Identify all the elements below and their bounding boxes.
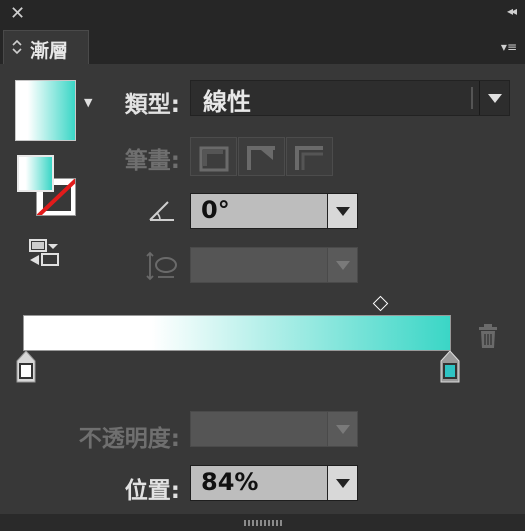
angle-value[interactable]: 0°	[201, 196, 230, 224]
collapse-panel-icon[interactable]: ◂◂	[507, 4, 517, 18]
tab-row: 漸層 ▾≡	[0, 30, 525, 65]
fill-swatch[interactable]	[17, 155, 54, 192]
position-value[interactable]: 84%	[201, 468, 258, 496]
reverse-gradient-icon[interactable]	[28, 238, 64, 272]
panel-menu-icon[interactable]: ▾≡	[501, 40, 517, 54]
chevron-down-icon	[336, 261, 350, 270]
chevron-down-icon	[488, 94, 502, 103]
angle-dropdown-button[interactable]	[327, 194, 357, 228]
gradient-stop-start[interactable]	[16, 351, 36, 383]
position-dropdown-button[interactable]	[327, 466, 357, 500]
resize-grip-icon[interactable]	[244, 520, 284, 526]
stroke-label: 筆畫:	[124, 148, 180, 174]
opacity-field	[190, 411, 358, 447]
angle-field[interactable]: 0°	[190, 193, 358, 229]
stroke-along-button	[238, 137, 285, 176]
opacity-label: 不透明度:	[78, 426, 180, 452]
close-icon[interactable]: ✕	[10, 3, 25, 25]
stroke-across-button	[286, 137, 333, 176]
aspect-ratio-field	[190, 247, 358, 283]
dropdown-divider	[471, 87, 473, 109]
type-value: 線性	[203, 88, 251, 116]
type-dropdown[interactable]: 線性	[190, 80, 510, 116]
tab-options-icon[interactable]	[12, 39, 22, 56]
delete-stop-icon	[476, 323, 500, 353]
chevron-down-icon	[336, 207, 350, 216]
tab-label: 漸層	[30, 40, 69, 62]
gradient-swatch[interactable]	[15, 80, 76, 141]
type-label: 類型:	[124, 92, 180, 118]
stroke-within-button	[190, 137, 237, 176]
chevron-down-icon	[336, 479, 350, 488]
gradient-stop-end[interactable]	[440, 351, 460, 383]
angle-icon	[148, 199, 176, 227]
type-dropdown-button[interactable]	[479, 81, 509, 115]
aspect-ratio-dropdown-button	[327, 248, 357, 282]
panel-bottom-bar	[0, 514, 525, 531]
aspect-ratio-icon	[146, 251, 180, 285]
position-label: 位置:	[124, 478, 180, 504]
tab-gradient[interactable]: 漸層	[3, 30, 89, 65]
position-field[interactable]: 84%	[190, 465, 358, 501]
swatch-menu-icon[interactable]: ▼	[84, 96, 92, 109]
opacity-dropdown-button	[327, 412, 357, 446]
chevron-down-icon	[336, 425, 350, 434]
panel-titlebar: ✕ ◂◂	[0, 0, 525, 30]
gradient-slider[interactable]	[23, 315, 451, 351]
